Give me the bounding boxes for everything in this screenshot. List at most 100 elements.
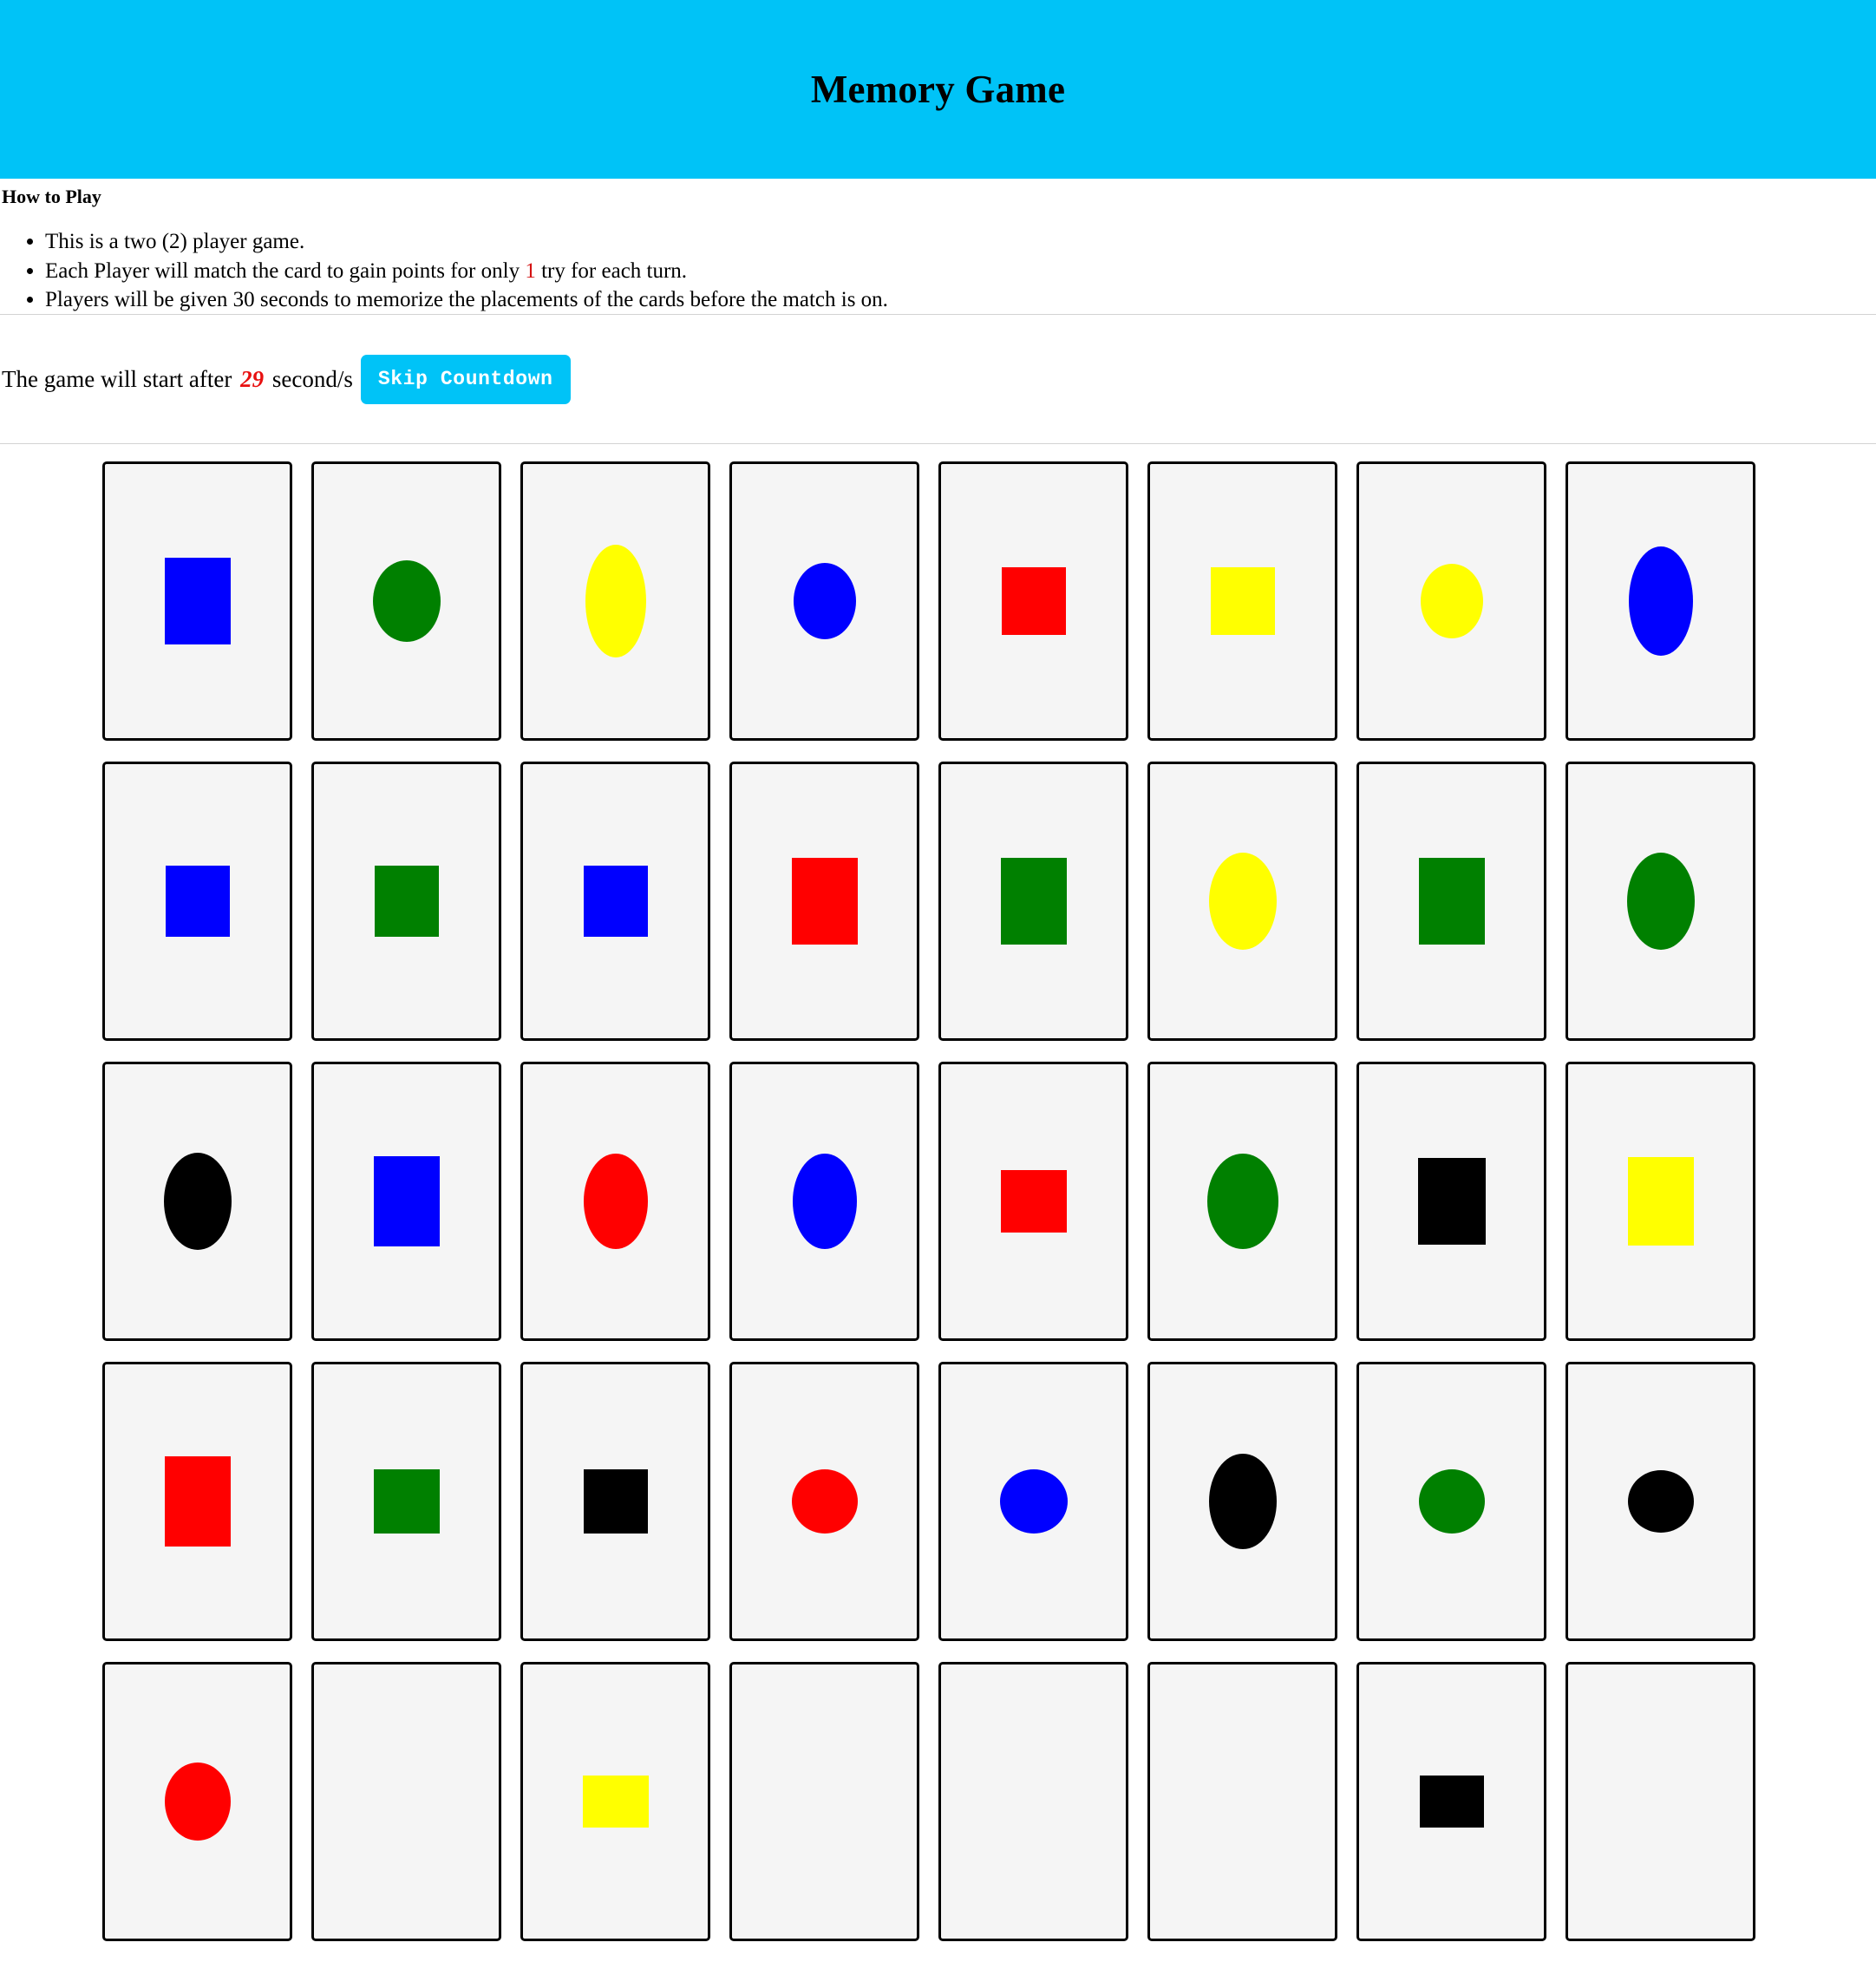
memory-card[interactable] <box>311 1362 501 1642</box>
how-to-play-rules-list: This is a two (2) player game. Each Playe… <box>0 227 1876 314</box>
card-row <box>102 1362 1876 1642</box>
page-header-banner: Memory Game <box>0 0 1876 179</box>
memory-card[interactable] <box>729 1662 919 1942</box>
how-to-play-rule: Each Player will match the card to gain … <box>45 257 1876 285</box>
card-row <box>102 762 1876 1042</box>
memory-card[interactable] <box>102 762 292 1042</box>
blue-ellipse-icon <box>1628 546 1693 657</box>
countdown-prefix: The game will start after <box>2 365 239 392</box>
memory-card[interactable] <box>102 1062 292 1342</box>
memory-card[interactable] <box>102 461 292 742</box>
memory-card[interactable] <box>1147 1062 1337 1342</box>
memory-card[interactable] <box>1147 461 1337 742</box>
memory-card[interactable] <box>311 762 501 1042</box>
red-ellipse-icon <box>583 1154 648 1250</box>
page-title: Memory Game <box>810 68 1066 111</box>
red-rectangle-icon <box>791 858 858 945</box>
black-rectangle-icon <box>583 1469 648 1534</box>
memory-card[interactable] <box>729 1062 919 1342</box>
green-rectangle-icon <box>373 1469 440 1534</box>
memory-card[interactable] <box>520 461 710 742</box>
red-ellipse-icon <box>164 1763 231 1841</box>
memory-card[interactable] <box>938 1062 1128 1342</box>
blue-rectangle-icon <box>373 1156 440 1247</box>
memory-card[interactable] <box>520 1362 710 1642</box>
black-rectangle-icon <box>1417 1158 1486 1246</box>
memory-card[interactable] <box>729 762 919 1042</box>
black-rectangle-icon <box>1419 1776 1484 1828</box>
black-ellipse-icon <box>163 1153 232 1251</box>
blue-ellipse-icon <box>999 1469 1068 1534</box>
yellow-rectangle-icon <box>582 1776 649 1828</box>
memory-card[interactable] <box>729 1362 919 1642</box>
memory-card[interactable] <box>938 762 1128 1042</box>
memory-card[interactable] <box>938 1362 1128 1642</box>
card-row <box>102 461 1876 742</box>
yellow-ellipse-icon <box>585 545 646 658</box>
rule-accent-number: 1 <box>525 258 536 283</box>
green-rectangle-icon <box>374 866 439 938</box>
memory-card[interactable] <box>1356 1662 1546 1942</box>
memory-card[interactable] <box>1566 461 1755 742</box>
rule-text: Each Player will match the card to gain … <box>45 258 526 283</box>
how-to-play-rule: This is a two (2) player game. <box>45 227 1876 256</box>
memory-card[interactable] <box>311 1662 501 1942</box>
memory-card[interactable] <box>1356 762 1546 1042</box>
blue-ellipse-icon <box>792 1154 857 1250</box>
memory-card[interactable] <box>1566 1662 1755 1942</box>
memory-card[interactable] <box>520 1662 710 1942</box>
rule-text-suffix: try for each turn. <box>535 258 688 283</box>
blue-ellipse-icon <box>793 563 856 640</box>
memory-card[interactable] <box>520 1062 710 1342</box>
blue-rectangle-icon <box>164 558 231 645</box>
memory-card[interactable] <box>1566 762 1755 1042</box>
countdown-status-text: The game will start after 29 second/s <box>0 365 353 392</box>
green-ellipse-icon <box>1418 1469 1485 1534</box>
red-rectangle-icon <box>164 1456 231 1547</box>
red-ellipse-icon <box>791 1469 858 1534</box>
card-row <box>102 1662 1876 1942</box>
green-rectangle-icon <box>1000 858 1067 945</box>
black-ellipse-icon <box>1627 1470 1694 1534</box>
countdown-seconds-value: 29 <box>240 365 265 392</box>
memory-card[interactable] <box>102 1662 292 1942</box>
countdown-section: The game will start after 29 second/s Sk… <box>0 315 1876 443</box>
memory-card[interactable] <box>1356 1362 1546 1642</box>
rule-text: This is a two (2) player game. <box>45 230 305 254</box>
yellow-rectangle-icon <box>1627 1157 1694 1246</box>
yellow-ellipse-icon <box>1420 564 1483 639</box>
blue-rectangle-icon <box>165 866 230 938</box>
memory-card[interactable] <box>520 762 710 1042</box>
rule-text: Players will be given 30 seconds to memo… <box>45 287 888 311</box>
how-to-play-section: How to Play This is a two (2) player gam… <box>0 186 1876 314</box>
green-ellipse-icon <box>1206 1154 1278 1250</box>
green-rectangle-icon <box>1418 858 1485 945</box>
green-ellipse-icon <box>1626 853 1695 951</box>
memory-card-board <box>0 444 1876 1942</box>
yellow-rectangle-icon <box>1210 567 1275 636</box>
countdown-suffix: second/s <box>266 365 353 392</box>
memory-card[interactable] <box>1566 1062 1755 1342</box>
red-rectangle-icon <box>1001 567 1066 636</box>
memory-card[interactable] <box>311 1062 501 1342</box>
memory-card[interactable] <box>1147 1662 1337 1942</box>
green-ellipse-icon <box>372 560 441 643</box>
skip-countdown-button[interactable]: Skip Countdown <box>360 354 571 404</box>
memory-card[interactable] <box>1147 762 1337 1042</box>
how-to-play-heading: How to Play <box>2 186 101 207</box>
memory-card[interactable] <box>1566 1362 1755 1642</box>
card-row <box>102 1062 1876 1342</box>
memory-card[interactable] <box>938 1662 1128 1942</box>
memory-card[interactable] <box>729 461 919 742</box>
how-to-play-rule: Players will be given 30 seconds to memo… <box>45 285 1876 314</box>
yellow-ellipse-icon <box>1208 853 1277 951</box>
black-ellipse-icon <box>1208 1454 1277 1550</box>
memory-card[interactable] <box>938 461 1128 742</box>
red-rectangle-icon <box>1000 1170 1067 1233</box>
memory-card[interactable] <box>102 1362 292 1642</box>
memory-card[interactable] <box>1356 461 1546 742</box>
memory-card[interactable] <box>1147 1362 1337 1642</box>
blue-rectangle-icon <box>583 866 648 938</box>
memory-card[interactable] <box>1356 1062 1546 1342</box>
memory-card[interactable] <box>311 461 501 742</box>
